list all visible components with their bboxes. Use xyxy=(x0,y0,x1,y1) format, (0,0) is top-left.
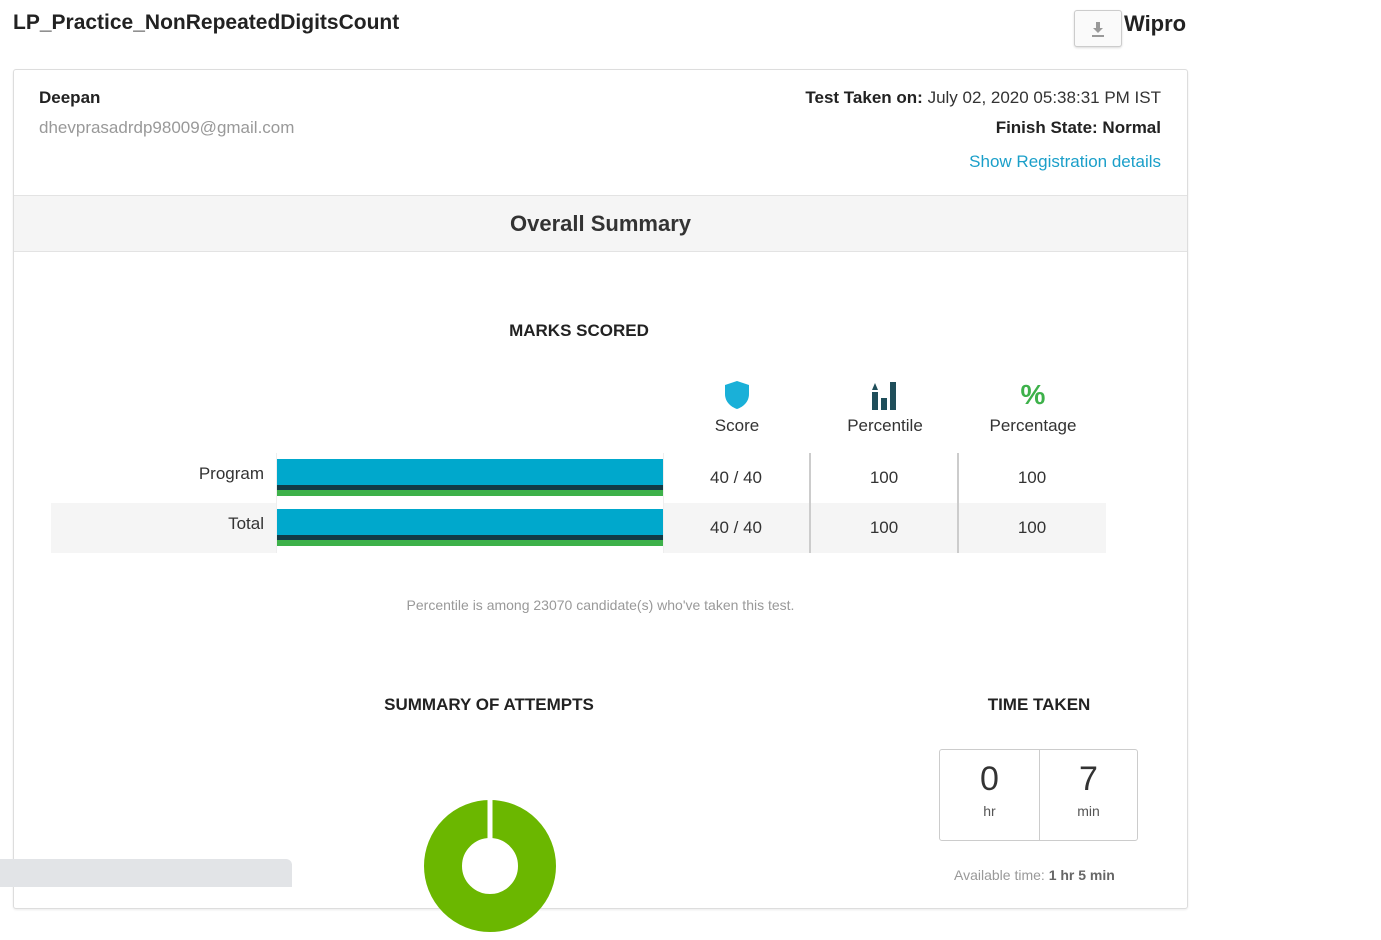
attempts-donut-chart xyxy=(424,800,556,932)
hours-unit: hr xyxy=(983,803,996,819)
percentile-column-header: Percentile xyxy=(815,380,955,436)
percentage-label: Percentage xyxy=(989,416,1077,435)
table-row: Program 40 / 40 100 100 xyxy=(51,453,1106,503)
available-time-label: Available time: xyxy=(954,867,1045,883)
summary-of-attempts-heading: SUMMARY OF ATTEMPTS xyxy=(384,695,594,714)
report-card: Deepan dhevprasadrdp98009@gmail.com Test… xyxy=(13,69,1188,932)
show-registration-link[interactable]: Show Registration details xyxy=(969,152,1161,172)
percentage-value: 100 xyxy=(1017,518,1047,537)
column-divider xyxy=(957,453,959,553)
percentage-value: 100 xyxy=(1017,468,1047,487)
time-taken-heading: TIME TAKEN xyxy=(987,695,1091,714)
download-icon xyxy=(1092,22,1104,37)
column-divider xyxy=(809,453,811,553)
row-label: Total xyxy=(228,514,264,533)
page-title: LP_Practice_NonRepeatedDigitsCount xyxy=(13,11,400,34)
download-button[interactable] xyxy=(1074,10,1122,47)
test-taken-label: Test Taken on: xyxy=(805,88,923,107)
candidate-name: Deepan xyxy=(39,88,101,107)
company-name: Wipro xyxy=(1124,11,1187,36)
hours-value: 0 xyxy=(980,760,999,798)
minutes-value: 7 xyxy=(1079,760,1098,798)
score-bar-area xyxy=(276,453,664,503)
percentile-value: 100 xyxy=(869,518,899,537)
minutes-cell: 7 min xyxy=(1039,750,1138,840)
percentile-label: Percentile xyxy=(847,416,923,435)
bar-chart-up-icon xyxy=(872,382,896,410)
table-row: Total 40 / 40 100 100 xyxy=(51,503,1106,553)
score-value: 40 / 40 xyxy=(710,518,762,537)
row-label: Program xyxy=(198,464,264,483)
hours-cell: 0 hr xyxy=(940,750,1040,840)
score-bar-area xyxy=(276,503,664,553)
score-label: Score xyxy=(714,416,760,435)
percentile-value: 100 xyxy=(869,468,899,487)
score-value: 40 / 40 xyxy=(710,468,762,487)
available-time-value: 1 hr 5 min xyxy=(1048,867,1115,883)
test-taken-on: Test Taken on: July 02, 2020 05:38:31 PM… xyxy=(805,88,1161,108)
candidate-email: dhevprasadrdp98009@gmail.com xyxy=(39,118,295,137)
available-time: Available time: 1 hr 5 min xyxy=(954,867,1115,883)
score-bar xyxy=(277,509,663,546)
score-bar xyxy=(277,459,663,496)
finish-state: Finish State: Normal xyxy=(995,118,1161,137)
marks-scored-heading: MARKS SCORED xyxy=(509,321,649,340)
time-taken-box: 0 hr 7 min xyxy=(939,749,1138,841)
score-column-header: Score xyxy=(667,380,807,436)
minutes-unit: min xyxy=(1077,803,1100,819)
shield-icon xyxy=(725,381,749,409)
test-taken-value: July 02, 2020 05:38:31 PM IST xyxy=(927,88,1161,107)
bottom-notification-strip xyxy=(0,859,292,887)
percentile-footnote: Percentile is among 23070 candidate(s) w… xyxy=(406,597,795,613)
percent-icon: % xyxy=(1020,379,1046,410)
percentage-column-header: % Percentage xyxy=(963,380,1103,436)
overall-summary-header: Overall Summary xyxy=(14,195,1187,252)
